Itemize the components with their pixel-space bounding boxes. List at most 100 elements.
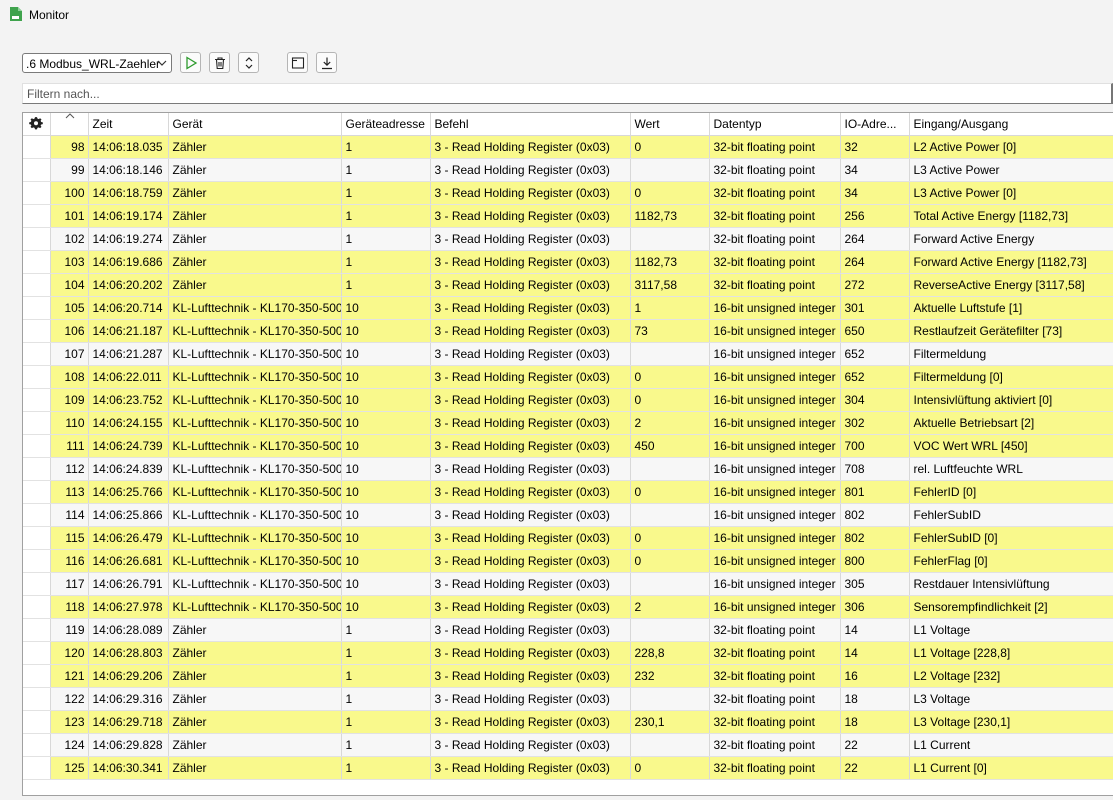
geraet-cell: KL-Lufttechnik - KL170-350-500 — [168, 480, 342, 504]
wert-cell — [630, 572, 710, 596]
table-row[interactable]: 116 14:06:26.681 KL-Lufttechnik - KL170-35… — [23, 549, 1113, 573]
befehl-cell: 3 - Read Holding Register (0x03) — [430, 756, 631, 780]
table-row[interactable]: 121 14:06:29.206 Zähler 1 3 - Read Holding R… — [23, 664, 1113, 688]
column-header-wert[interactable]: Wert — [630, 113, 710, 136]
row-number-header[interactable] — [50, 113, 89, 136]
table-row[interactable]: 103 14:06:19.686 Zähler 1 3 - Read Holding R… — [23, 250, 1113, 274]
geraeteadresse-cell: 1 — [341, 204, 431, 228]
zeit-cell: 14:06:28.803 — [88, 641, 169, 665]
eingang-ausgang-cell: L1 Current — [909, 733, 1113, 757]
table-row[interactable]: 111 14:06:24.739 KL-Lufttechnik - KL170-35… — [23, 434, 1113, 458]
column-header-geraeteadresse[interactable]: Geräteadresse — [341, 113, 431, 136]
datentyp-cell: 32-bit floating point — [709, 250, 841, 274]
io-adresse-cell: 708 — [840, 457, 910, 481]
geraet-cell: KL-Lufttechnik - KL170-350-500 — [168, 342, 342, 366]
device-select[interactable]: .6 Modbus_WRL-Zaehler — [22, 53, 172, 73]
zeit-cell: 14:06:24.739 — [88, 434, 169, 458]
table-settings-button[interactable] — [23, 113, 51, 136]
table-row[interactable]: 101 14:06:19.174 Zähler 1 3 - Read Holding R… — [23, 204, 1113, 228]
wert-cell: 0 — [630, 756, 710, 780]
row-number: 112 — [50, 457, 89, 481]
table-row[interactable]: 110 14:06:24.155 KL-Lufttechnik - KL170-35… — [23, 411, 1113, 435]
datentyp-cell: 16-bit unsigned integer — [709, 319, 841, 343]
table-row[interactable]: 124 14:06:29.828 Zähler 1 3 - Read Holding R… — [23, 733, 1113, 757]
table-row[interactable]: 106 14:06:21.187 KL-Lufttechnik - KL170-35… — [23, 319, 1113, 343]
befehl-cell: 3 - Read Holding Register (0x03) — [430, 434, 631, 458]
column-header-befehl[interactable]: Befehl — [430, 113, 631, 136]
row-gutter — [23, 204, 51, 228]
table-row[interactable]: 122 14:06:29.316 Zähler 1 3 - Read Holding R… — [23, 687, 1113, 711]
table-row[interactable]: 115 14:06:26.479 KL-Lufttechnik - KL170-35… — [23, 526, 1113, 550]
table-row[interactable]: 104 14:06:20.202 Zähler 1 3 - Read Holding R… — [23, 273, 1113, 297]
datentyp-cell: 32-bit floating point — [709, 664, 841, 688]
io-adresse-cell: 800 — [840, 549, 910, 573]
expand-collapse-icon — [245, 57, 253, 69]
row-gutter — [23, 135, 51, 159]
table-row[interactable]: 118 14:06:27.978 KL-Lufttechnik - KL170-35… — [23, 595, 1113, 619]
table-row[interactable]: 100 14:06:18.759 Zähler 1 3 - Read Holding R… — [23, 181, 1113, 205]
wert-cell: 230,1 — [630, 710, 710, 734]
table-row[interactable]: 102 14:06:19.274 Zähler 1 3 - Read Holding R… — [23, 227, 1113, 251]
wert-cell: 0 — [630, 135, 710, 159]
table-row[interactable]: 123 14:06:29.718 Zähler 1 3 - Read Holding R… — [23, 710, 1113, 734]
table-row[interactable]: 114 14:06:25.866 KL-Lufttechnik - KL170-35… — [23, 503, 1113, 527]
wert-cell — [630, 687, 710, 711]
expand-collapse-button[interactable] — [238, 52, 259, 73]
io-adresse-cell: 304 — [840, 388, 910, 412]
row-gutter — [23, 710, 51, 734]
table-row[interactable]: 109 14:06:23.752 KL-Lufttechnik - KL170-35… — [23, 388, 1113, 412]
geraet-cell: Zähler — [168, 135, 342, 159]
window-title: Monitor — [29, 8, 70, 22]
eingang-ausgang-cell: Forward Active Energy [1182,73] — [909, 250, 1113, 274]
geraet-cell: KL-Lufttechnik - KL170-350-500 — [168, 319, 342, 343]
datentyp-cell: 16-bit unsigned integer — [709, 296, 841, 320]
wert-cell: 2 — [630, 411, 710, 435]
table-row[interactable]: 98 14:06:18.035 Zähler 1 3 - Read Holding Re… — [23, 135, 1113, 159]
filter-input[interactable] — [22, 83, 1113, 104]
column-header-io-adresse[interactable]: IO-Adre... — [840, 113, 910, 136]
table-row[interactable]: 108 14:06:22.011 KL-Lufttechnik - KL170-35… — [23, 365, 1113, 389]
geraet-cell: Zähler — [168, 710, 342, 734]
datentyp-cell: 32-bit floating point — [709, 733, 841, 757]
zeit-cell: 14:06:19.274 — [88, 227, 169, 251]
row-gutter — [23, 342, 51, 366]
zeit-cell: 14:06:29.718 — [88, 710, 169, 734]
table-row[interactable]: 113 14:06:25.766 KL-Lufttechnik - KL170-35… — [23, 480, 1113, 504]
start-button[interactable] — [180, 52, 201, 73]
new-window-button[interactable] — [287, 52, 308, 73]
column-header-eingang-ausgang[interactable]: Eingang/Ausgang — [909, 113, 1113, 136]
play-icon — [186, 56, 198, 70]
table-row[interactable]: 120 14:06:28.803 Zähler 1 3 - Read Holding R… — [23, 641, 1113, 665]
table-row[interactable]: 125 14:06:30.341 Zähler 1 3 - Read Holding R… — [23, 756, 1113, 780]
eingang-ausgang-cell: Filtermeldung [0] — [909, 365, 1113, 389]
sort-up-icon — [65, 113, 74, 119]
monitor-table: Zeit Gerät Geräteadresse Befehl Wert Dat… — [22, 112, 1113, 796]
eingang-ausgang-cell: FehlerSubID — [909, 503, 1113, 527]
wert-cell: 1182,73 — [630, 250, 710, 274]
befehl-cell: 3 - Read Holding Register (0x03) — [430, 342, 631, 366]
column-header-datentyp[interactable]: Datentyp — [709, 113, 841, 136]
eingang-ausgang-cell: L1 Voltage [228,8] — [909, 641, 1113, 665]
geraet-cell: Zähler — [168, 158, 342, 182]
datentyp-cell: 16-bit unsigned integer — [709, 595, 841, 619]
befehl-cell: 3 - Read Holding Register (0x03) — [430, 273, 631, 297]
zeit-cell: 14:06:21.187 — [88, 319, 169, 343]
table-row[interactable]: 107 14:06:21.287 KL-Lufttechnik - KL170-35… — [23, 342, 1113, 366]
datentyp-cell: 32-bit floating point — [709, 158, 841, 182]
table-row[interactable]: 119 14:06:28.089 Zähler 1 3 - Read Holding R… — [23, 618, 1113, 642]
table-row[interactable]: 99 14:06:18.146 Zähler 1 3 - Read Holding Re… — [23, 158, 1113, 182]
table-row[interactable]: 112 14:06:24.839 KL-Lufttechnik - KL170-35… — [23, 457, 1113, 481]
datentyp-cell: 16-bit unsigned integer — [709, 457, 841, 481]
export-button[interactable] — [316, 52, 337, 73]
row-gutter — [23, 595, 51, 619]
datentyp-cell: 16-bit unsigned integer — [709, 526, 841, 550]
row-number: 125 — [50, 756, 89, 780]
column-header-zeit[interactable]: Zeit — [88, 113, 169, 136]
table-row[interactable]: 117 14:06:26.791 KL-Lufttechnik - KL170-35… — [23, 572, 1113, 596]
column-header-geraet[interactable]: Gerät — [168, 113, 342, 136]
clear-button[interactable] — [209, 52, 230, 73]
zeit-cell: 14:06:21.287 — [88, 342, 169, 366]
io-adresse-cell: 801 — [840, 480, 910, 504]
zeit-cell: 14:06:19.686 — [88, 250, 169, 274]
table-row[interactable]: 105 14:06:20.714 KL-Lufttechnik - KL170-35… — [23, 296, 1113, 320]
